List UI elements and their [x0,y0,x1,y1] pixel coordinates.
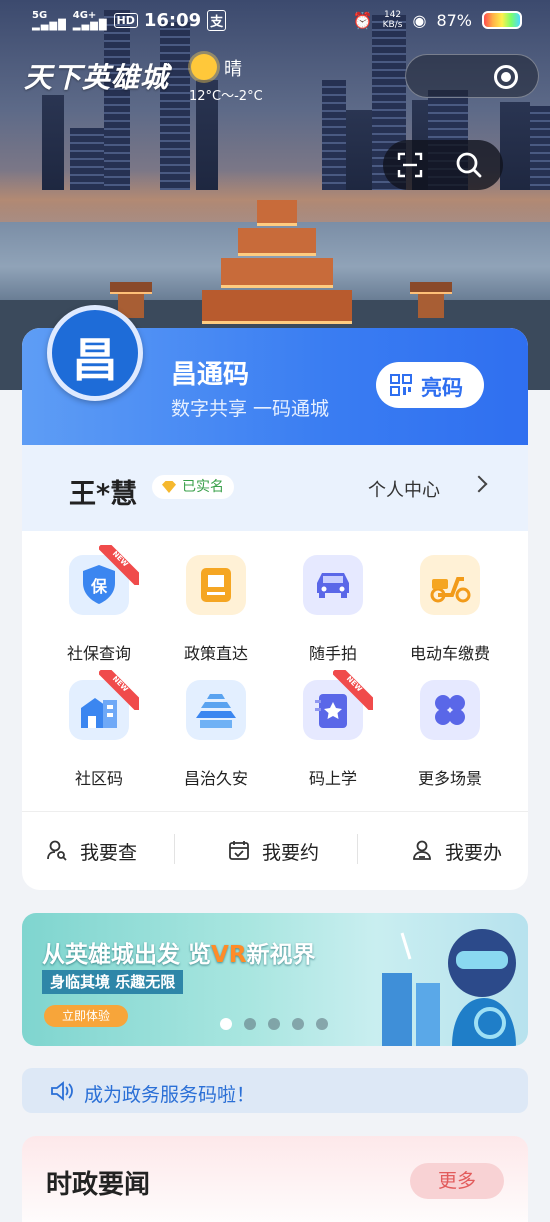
service-learn[interactable]: NEW 码上学 [270,656,396,788]
status-bar: 5G ▂▄▆█ 4G+ ▂▄▆█ HD 16:09 支 ⏰ 142 KB/s ◉… [0,0,550,40]
net-speed: 142 KB/s [382,10,403,30]
notice-text: 成为政务服务码啦！ [84,1084,256,1106]
vr-banner[interactable]: 从英雄城出发 览VR新视界 身临其境 乐趣无限 立即体验 [22,913,528,1046]
building [530,106,550,190]
new-badge: NEW [333,670,373,710]
divider [174,834,175,864]
service-label: 码上学 [308,769,357,788]
service-social-security[interactable]: 保 NEW 社保查询 [36,531,162,663]
policy-icon [186,555,246,615]
news-section: 时政要闻 更多 [22,1136,528,1222]
wifi-icon: ◉ [412,10,427,30]
service-grid: 保 NEW 社保查询 政策直达 随手拍 电动车缴费 NEW 社区码 昌治久安 N… [22,531,528,811]
carousel-dot[interactable] [316,1018,328,1030]
service-ebike-fee[interactable]: 电动车缴费 [387,531,513,663]
weather-desc: 晴 [224,59,242,80]
network-signal: 4G+ ▂▄▆█ [72,9,108,31]
battery-percent: 87% [436,10,472,30]
social-security-icon: 保 NEW [69,550,130,615]
alipay-notification-icon: 支 [207,10,227,31]
tengwang-pavilion-illustration [202,190,352,325]
close-target-icon[interactable] [494,65,518,89]
carousel-dot[interactable] [268,1018,280,1030]
building [70,128,104,190]
quick-actions: 我要查 我要约 我要办 [22,811,528,890]
new-badge: NEW [99,670,139,710]
quick-label: 我要约 [262,842,320,864]
notice-bar[interactable]: 成为政务服务码啦！ [22,1068,528,1113]
show-code-label: 亮码 [421,376,463,400]
hd-icon: HD [113,13,138,28]
user-row[interactable]: 王*慧 已实名 个人中心 [22,445,528,531]
carousel-dot[interactable] [244,1018,256,1030]
carousel-dot[interactable] [220,1018,232,1030]
building [500,102,530,190]
new-badge: NEW [99,545,139,585]
sunny-icon [191,54,217,80]
try-now-button[interactable]: 立即体验 [44,1005,128,1027]
building [160,22,190,190]
person-task-icon [413,840,431,860]
brand-logo: 天下英雄城 [24,61,170,94]
code-title: 昌通码 [171,360,250,390]
code-subtitle: 数字共享 一码通城 [171,398,330,420]
battery-icon [482,11,522,29]
service-community-code[interactable]: NEW 社区码 [36,656,162,788]
speaker-icon [51,1081,73,1101]
user-name: 王*慧 [69,479,138,510]
divider [357,834,358,864]
service-label: 昌治久安 [183,769,248,788]
network-signal: 5G ▂▄▆█ [32,9,67,31]
qr-code-icon [390,374,412,396]
service-label: 社区码 [74,769,123,788]
person-search-icon [47,840,67,861]
news-title: 时政要闻 [46,1170,151,1200]
service-label: 更多场景 [417,769,482,788]
building [42,95,64,190]
scan-search-bar [383,140,503,190]
more-scenes-icon [420,680,480,740]
car-icon [303,555,363,615]
changtong-code-logo: 昌 [47,305,143,401]
quick-label: 我要办 [445,842,503,864]
verified-badge: 已实名 [152,475,234,499]
banner-subtitle: 身临其境 乐趣无限 [42,970,184,994]
alarm-icon: ⏰ [352,10,373,30]
service-card: 昌通码 数字共享 一码通城 亮码 王*慧 已实名 个人中心 保 NEW 社保查询… [22,328,528,890]
miniprogram-capsule[interactable] [405,54,539,98]
service-public-safety[interactable]: 昌治久安 [153,656,279,788]
show-code-button[interactable]: 亮码 [376,362,484,408]
weather-temp: 12°C～-2°C [189,89,263,104]
search-icon[interactable] [455,151,483,179]
carousel-dot[interactable] [292,1018,304,1030]
scan-icon[interactable] [397,152,423,178]
learn-icon: NEW [303,675,364,740]
quick-label: 我要查 [80,842,138,864]
service-snapshot[interactable]: 随手拍 [270,531,396,663]
building [322,80,346,190]
scooter-icon [420,555,480,615]
banner-title: 从英雄城出发 览VR新视界 [42,942,316,968]
clock: 16:09 [143,10,202,31]
building [346,110,372,190]
more-news-button[interactable]: 更多 [410,1163,504,1199]
chevron-right-icon[interactable] [470,475,488,493]
personal-center-link[interactable]: 个人中心 [368,476,440,502]
pavilion-illustration [410,282,452,322]
pagoda-icon [186,680,246,740]
calendar-check-icon [229,841,249,860]
service-policy[interactable]: 政策直达 [153,531,279,663]
vr-astronaut-illustration [382,929,516,1046]
service-more-scenes[interactable]: 更多场景 [387,656,513,788]
carousel-dots [220,1018,328,1030]
diamond-icon [162,481,176,493]
community-icon: NEW [69,675,130,740]
